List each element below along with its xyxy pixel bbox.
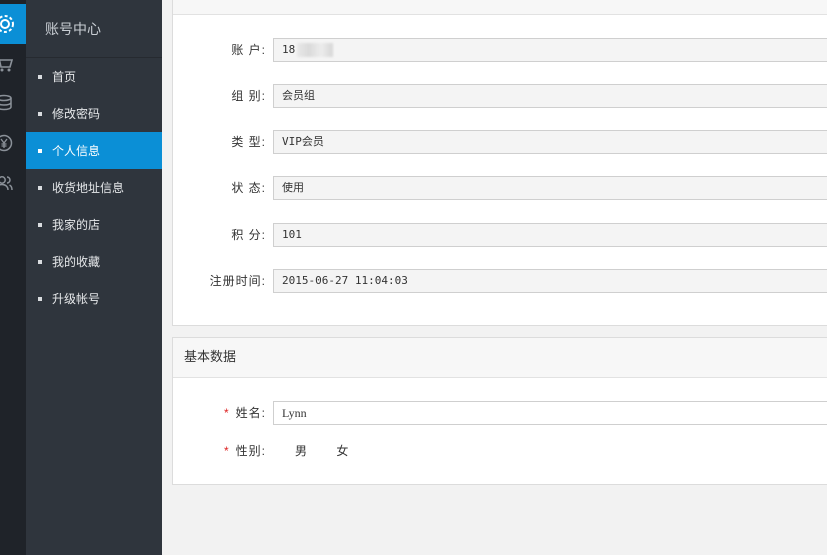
sidebar-item-label: 修改密码 [52,107,101,121]
name-label: * 姓名: [224,400,266,426]
bullet-icon [38,111,42,116]
points-row: 积 分: 101 [173,222,827,248]
group-label: 组 别: [231,89,266,103]
account-value: 18 [282,43,296,56]
account-info-panel: 账 户: 18 组 别: 会员组 类 型: VIP会员 状 态: 使用 积 分:… [172,0,827,326]
name-input[interactable]: Lynn [273,401,827,425]
sidebar-item-change-password[interactable]: 修改密码 [26,95,162,132]
bullet-icon [38,74,42,79]
required-asterisk: * [223,444,230,458]
regtime-field[interactable]: 2015-06-27 11:04:03 [273,269,827,293]
sidebar-item-favorites[interactable]: 我的收藏 [26,243,162,280]
bullet-icon [38,259,42,264]
cart-icon[interactable] [0,44,26,84]
gear-icon[interactable] [0,4,26,44]
regtime-row: 注册时间: 2015-06-27 11:04:03 [173,268,827,294]
sidebar-item-label: 我家的店 [52,218,101,232]
required-asterisk: * [223,406,230,420]
sidebar-item-upgrade-account[interactable]: 升级帐号 [26,280,162,317]
type-field[interactable]: VIP会员 [273,130,827,154]
sidebar-title: 账号中心 [26,0,162,58]
sidebar-menu: 账号中心 首页 修改密码 个人信息 收货地址信息 我家的店 我的收藏 升级帐号 [26,0,162,555]
gender-female-option[interactable]: 女 [336,444,348,458]
points-label: 积 分: [231,228,266,242]
basic-data-panel: 基本数据 * 姓名: Lynn * 性别: 男 女 [172,337,827,485]
status-field[interactable]: 使用 [273,176,827,200]
gender-label: * 性别: [224,438,266,464]
account-field[interactable]: 18 [273,38,827,62]
gender-label-text: 性别: [235,444,266,458]
gender-row: * 性别: 男 女 [173,438,827,464]
panel-header [173,0,827,15]
icon-rail [0,0,26,555]
regtime-label: 注册时间: [209,274,266,288]
status-label: 状 态: [231,181,266,195]
name-label-text: 姓名: [235,406,266,420]
sidebar-item-shipping-address[interactable]: 收货地址信息 [26,169,162,206]
points-field[interactable]: 101 [273,223,827,247]
gender-male-option[interactable]: 男 [295,444,307,458]
bullet-icon [38,222,42,227]
type-row: 类 型: VIP会员 [173,129,827,155]
sidebar-item-label: 升级帐号 [52,292,101,306]
bullet-icon [38,185,42,190]
coins-icon[interactable] [0,83,26,123]
sidebar-item-label: 我的收藏 [52,255,101,269]
sidebar-item-my-shop[interactable]: 我家的店 [26,206,162,243]
sidebar-item-home[interactable]: 首页 [26,58,162,95]
sidebar-item-label: 首页 [52,70,77,84]
sidebar-item-label: 收货地址信息 [52,181,125,195]
gender-options: 男 女 [295,438,374,464]
masked-text [297,43,334,57]
bullet-icon [38,296,42,301]
users-icon[interactable] [0,163,26,203]
group-row: 组 别: 会员组 [173,83,827,109]
bullet-icon [38,148,42,153]
account-row: 账 户: 18 [173,37,827,63]
status-row: 状 态: 使用 [173,175,827,201]
account-label: 账 户: [231,43,266,57]
sidebar-item-personal-info[interactable]: 个人信息 [26,132,162,169]
sidebar-list: 首页 修改密码 个人信息 收货地址信息 我家的店 我的收藏 升级帐号 [26,58,162,317]
basic-data-title: 基本数据 [173,338,827,378]
sidebar-item-label: 个人信息 [52,144,101,158]
type-label: 类 型: [231,135,266,149]
yen-icon[interactable] [0,123,26,163]
main-content: 账 户: 18 组 别: 会员组 类 型: VIP会员 状 态: 使用 积 分:… [162,0,827,555]
name-row: * 姓名: Lynn [173,400,827,426]
group-field[interactable]: 会员组 [273,84,827,108]
